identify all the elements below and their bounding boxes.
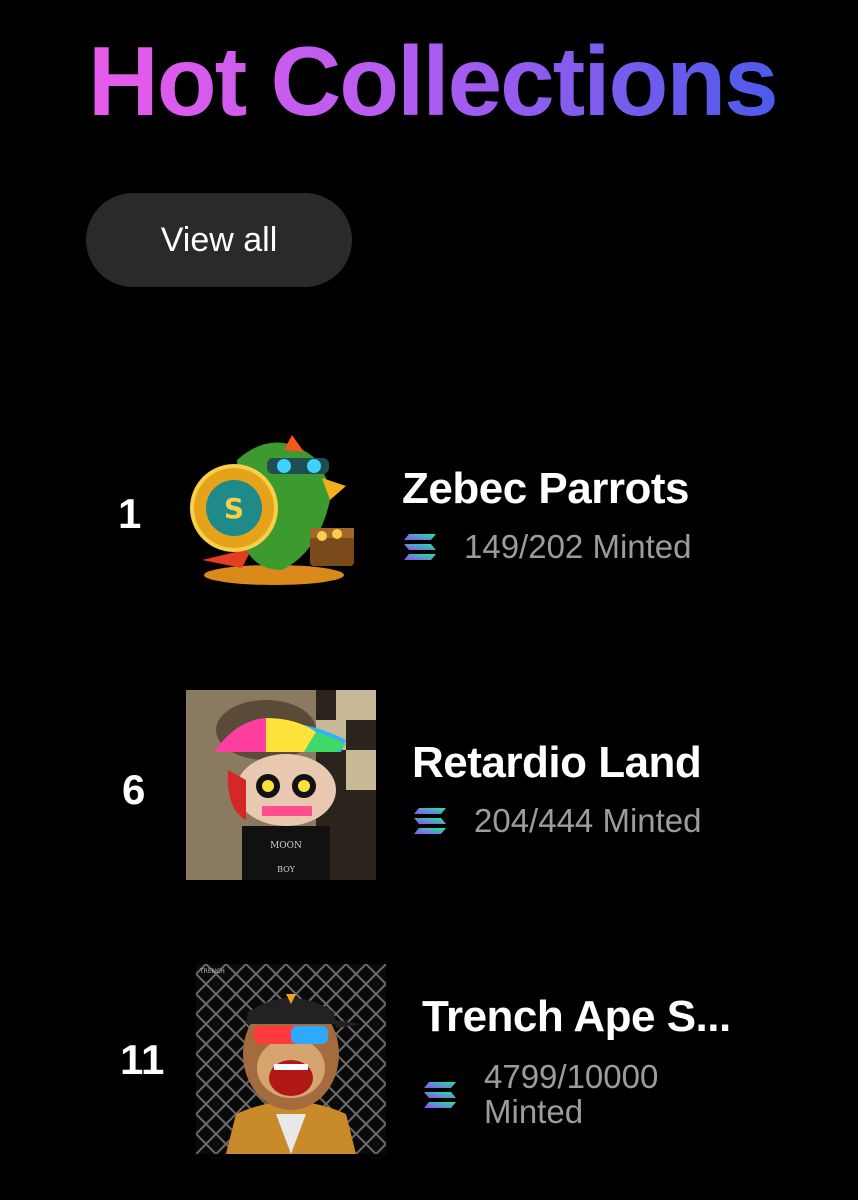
collection-name[interactable]: Zebec Parrots xyxy=(402,464,689,514)
svg-text:BOY: BOY xyxy=(277,865,296,874)
minted-count: 204/444 Minted xyxy=(474,802,702,839)
collection-rank: 6 xyxy=(122,766,146,813)
collection-row[interactable]: 1 S Zebec Parrots 149/202 Minted xyxy=(0,430,858,600)
minted-count-block: 4799/10000 Minted xyxy=(484,1058,659,1130)
zebec-parrot-thumbnail[interactable]: S xyxy=(182,430,360,592)
retardio-thumbnail[interactable]: MOON BOY xyxy=(186,690,376,880)
collection-row[interactable]: 6 MOON BOY Retardio Land 204/444 Minted xyxy=(0,690,858,882)
retardio-image: MOON BOY xyxy=(186,690,376,880)
view-all-button[interactable]: View all xyxy=(86,193,352,287)
trench-ape-thumbnail[interactable]: TRENCH xyxy=(196,964,386,1154)
svg-text:TRENCH: TRENCH xyxy=(199,968,225,975)
solana-icon xyxy=(414,808,446,835)
parrot-image: S xyxy=(190,435,354,585)
collection-row[interactable]: 11 TRENCH Trench Ape S... 4799/10000 Min… xyxy=(0,964,858,1156)
trench-ape-image: TRENCH xyxy=(196,964,386,1154)
minted-count: 4799/10000 xyxy=(484,1058,659,1095)
page-title: Hot Collections xyxy=(88,26,779,136)
collection-name[interactable]: Retardio Land xyxy=(412,738,702,788)
solana-icon xyxy=(404,534,436,561)
minted-suffix: Minted xyxy=(484,1092,584,1130)
collection-name[interactable]: Trench Ape S... xyxy=(422,992,731,1042)
collection-rank: 11 xyxy=(120,1036,165,1083)
solana-icon xyxy=(424,1081,456,1108)
svg-text:S: S xyxy=(224,492,244,525)
minted-status: 149/202 Minted xyxy=(402,528,692,565)
minted-status: 204/444 Minted xyxy=(412,802,702,839)
collection-rank: 1 xyxy=(118,490,142,537)
minted-status: 4799/10000 Minted xyxy=(422,1058,659,1130)
svg-text:MOON: MOON xyxy=(270,841,302,851)
minted-count: 149/202 Minted xyxy=(464,528,692,565)
